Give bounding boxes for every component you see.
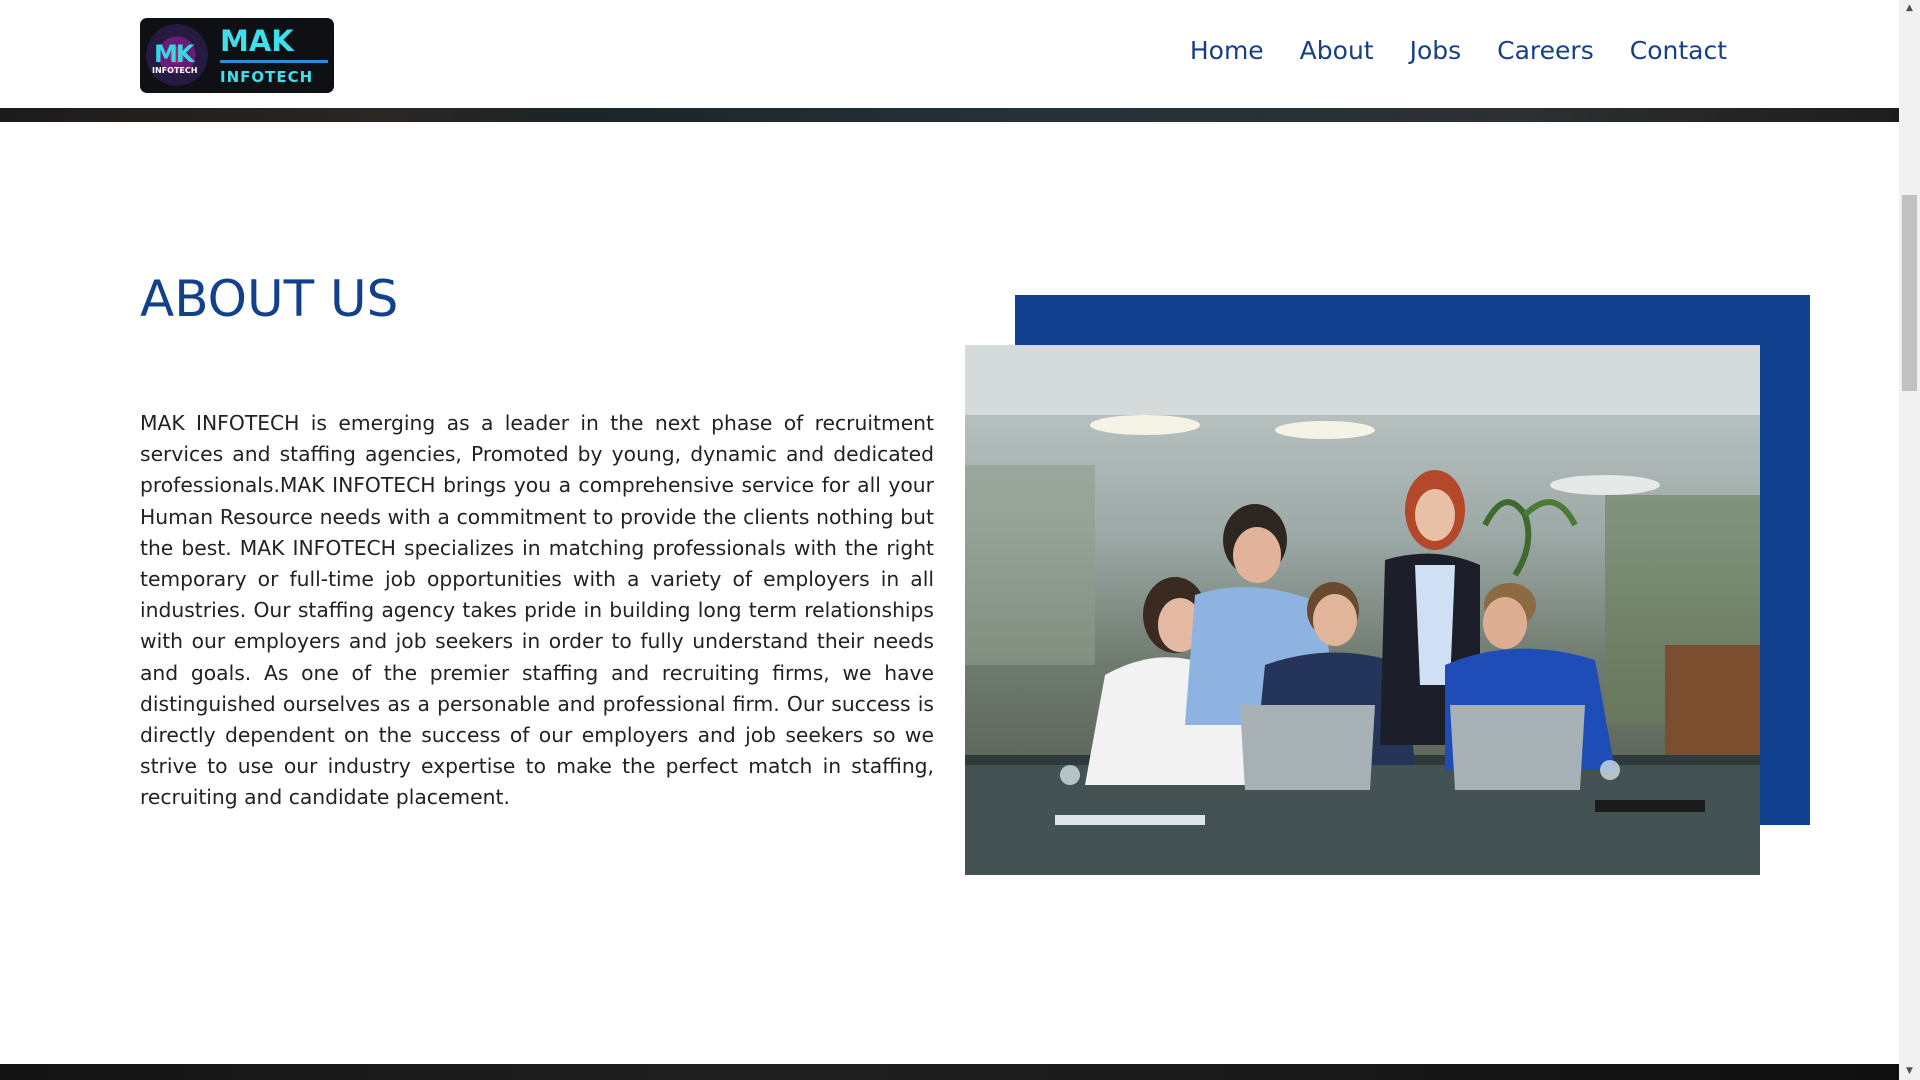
- logo-word-infotech: INFOTECH: [220, 68, 314, 86]
- footer-image-strip: [0, 1064, 1899, 1080]
- nav-home[interactable]: Home: [1190, 36, 1264, 65]
- about-body: MAK INFOTECH is emerging as a leader in …: [140, 411, 934, 810]
- about-title: ABOUT US: [140, 270, 399, 328]
- team-meeting-photo: [965, 345, 1760, 875]
- nav-careers[interactable]: Careers: [1497, 36, 1594, 65]
- site-header: MK INFOTECH MAK INFOTECH Home About Jobs…: [0, 0, 1899, 108]
- logo-divider: [220, 60, 328, 63]
- scrollbar-thumb[interactable]: [1902, 195, 1917, 391]
- scroll-up-arrow-icon[interactable]: ▲: [1899, 0, 1920, 17]
- nav-jobs[interactable]: Jobs: [1410, 36, 1462, 65]
- scroll-down-arrow-icon[interactable]: ▼: [1899, 1063, 1920, 1080]
- nav-contact[interactable]: Contact: [1630, 36, 1727, 65]
- company-logo[interactable]: MK INFOTECH MAK INFOTECH: [140, 18, 334, 93]
- main-nav: Home About Jobs Careers Contact: [1190, 36, 1727, 65]
- hero-image-strip: [0, 108, 1899, 122]
- vertical-scrollbar[interactable]: ▲ ▼: [1899, 0, 1920, 1080]
- nav-about[interactable]: About: [1300, 36, 1374, 65]
- logo-word-mak: MAK: [220, 24, 294, 58]
- logo-mini-text: INFOTECH: [152, 66, 198, 75]
- logo-mark: MK: [154, 40, 195, 68]
